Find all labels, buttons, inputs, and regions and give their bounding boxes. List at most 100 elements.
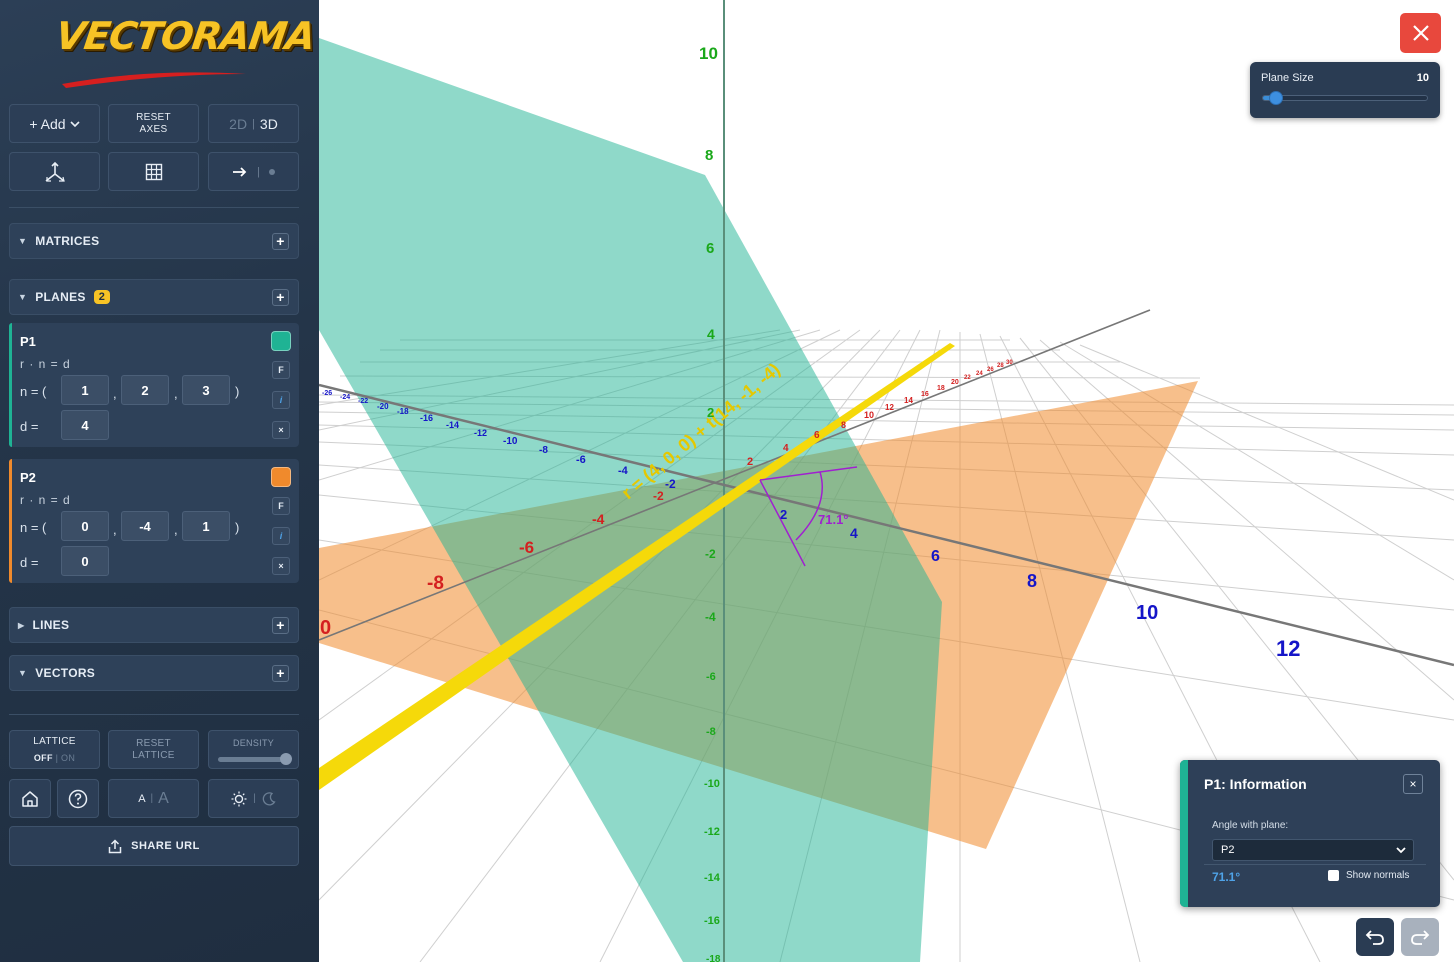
normal-z-input[interactable]: 1	[182, 511, 230, 541]
plane-size-panel: Plane Size 10	[1250, 62, 1440, 118]
dimension-toggle[interactable]: 2D | 3D	[208, 104, 299, 143]
theme-toggle[interactable]: |	[208, 779, 299, 818]
density-slider-knob[interactable]	[279, 753, 292, 765]
add-button[interactable]: + Add	[9, 104, 100, 143]
font-large-option[interactable]: A	[158, 790, 169, 808]
planes-section-header[interactable]: ▼ PLANES 2 +	[9, 279, 299, 315]
z-tick: 12	[1276, 636, 1300, 661]
chevron-down-icon	[1396, 847, 1406, 854]
share-icon	[108, 838, 122, 853]
lines-label: LINES	[32, 618, 70, 632]
info-panel-stripe	[1180, 760, 1188, 907]
plane-size-slider[interactable]	[1262, 91, 1428, 105]
plane-name: P2	[20, 470, 36, 485]
planes-count-badge: 2	[93, 290, 111, 304]
add-vector-button[interactable]: +	[272, 665, 289, 682]
info-panel-close-button[interactable]: ×	[1403, 774, 1423, 794]
lines-section-header[interactable]: ▶ LINES +	[9, 607, 299, 643]
plane-form: r · n = d	[20, 493, 71, 507]
share-url-button[interactable]: SHARE URL	[9, 826, 299, 866]
reset-axes-button[interactable]: RESET AXES	[108, 104, 199, 143]
z-tick: -20	[377, 402, 389, 411]
normal-label: n = (	[20, 384, 47, 399]
matrices-section-header[interactable]: ▼ MATRICES +	[9, 223, 299, 259]
add-plane-button[interactable]: +	[272, 289, 289, 306]
d-input[interactable]: 0	[61, 546, 109, 576]
x-tick: 8	[841, 420, 846, 430]
mode-2d[interactable]: 2D	[229, 116, 247, 132]
plane-info-button[interactable]: i	[272, 527, 290, 545]
x-tick: 14	[904, 396, 913, 405]
reset-lattice-line2: LATTICE	[132, 749, 175, 761]
normal-x-input[interactable]: 1	[61, 375, 109, 405]
home-button[interactable]	[9, 779, 51, 818]
z-tick: -18	[397, 407, 409, 416]
x-tick: 24	[976, 371, 983, 377]
angle-with-plane-label: Angle with plane:	[1212, 820, 1289, 831]
z-tick: 6	[931, 548, 940, 565]
x-tick: 26	[987, 367, 994, 373]
density-control[interactable]: DENSITY	[208, 730, 299, 769]
z-tick: -2	[665, 477, 676, 491]
close-button[interactable]	[1400, 13, 1441, 53]
lattice-toggle[interactable]: LATTICE OFF | ON	[9, 730, 100, 769]
vectors-section-header[interactable]: ▼ VECTORS +	[9, 655, 299, 691]
add-line-button[interactable]: +	[272, 617, 289, 634]
plane-color-swatch[interactable]	[271, 467, 291, 487]
lattice-off[interactable]: OFF	[34, 753, 53, 763]
x-tick: 2	[747, 456, 753, 468]
z-tick: -24	[340, 394, 350, 401]
reset-lattice-button[interactable]: RESET LATTICE	[108, 730, 199, 769]
arrow-right-icon[interactable]	[232, 166, 248, 178]
mode-3d[interactable]: 3D	[260, 116, 278, 132]
z-tick: -14	[446, 420, 459, 430]
dot-icon[interactable]	[268, 168, 275, 175]
axes-toggle-button[interactable]	[9, 152, 100, 191]
z-tick: -16	[420, 413, 433, 423]
x-tick: 18	[937, 385, 945, 392]
plane-info-button[interactable]: i	[272, 391, 290, 409]
x-tick: 6	[814, 430, 820, 441]
y-tick: -8	[706, 726, 716, 738]
lattice-on[interactable]: ON	[61, 753, 75, 763]
comma: ,	[174, 522, 178, 537]
y-tick: -2	[705, 547, 716, 561]
z-tick: 4	[850, 525, 858, 541]
plane-f-button[interactable]: F	[272, 497, 290, 515]
x-tick: -4	[592, 511, 605, 527]
show-normals-toggle[interactable]: Show normals	[1328, 870, 1409, 881]
help-button[interactable]	[57, 779, 99, 818]
normal-y-input[interactable]: 2	[121, 375, 169, 405]
font-small-option[interactable]: A	[138, 793, 145, 805]
normal-y-input[interactable]: -4	[121, 511, 169, 541]
add-matrix-button[interactable]: +	[272, 233, 289, 250]
x-tick: 20	[951, 379, 959, 386]
plane-select[interactable]: P2	[1212, 839, 1414, 861]
plane-delete-button[interactable]: ×	[272, 421, 290, 439]
grid-toggle-button[interactable]	[108, 152, 199, 191]
normal-z-input[interactable]: 3	[182, 375, 230, 405]
x-tick: 30	[1006, 360, 1013, 366]
vector-display-toggle[interactable]: |	[208, 152, 299, 191]
divider	[9, 714, 299, 715]
font-size-toggle[interactable]: A | A	[108, 779, 199, 818]
normal-x-input[interactable]: 0	[61, 511, 109, 541]
z-tick: -26	[322, 390, 332, 397]
plane-color-swatch[interactable]	[271, 331, 291, 351]
plane-f-button[interactable]: F	[272, 361, 290, 379]
x-tick: -8	[427, 573, 444, 594]
undo-button[interactable]	[1356, 918, 1394, 956]
plane-delete-button[interactable]: ×	[272, 557, 290, 575]
x-tick: 10	[864, 410, 874, 420]
plane-size-slider-knob[interactable]	[1269, 91, 1284, 105]
d-input[interactable]: 4	[61, 410, 109, 440]
normal-label: n = (	[20, 520, 47, 535]
density-slider[interactable]	[217, 753, 292, 765]
info-panel-title: P1: Information	[1204, 776, 1307, 792]
x-tick: 0	[320, 617, 331, 639]
redo-button[interactable]	[1401, 918, 1439, 956]
moon-icon[interactable]	[262, 791, 276, 806]
show-normals-checkbox[interactable]	[1328, 870, 1339, 881]
divider	[1204, 864, 1426, 865]
sun-icon[interactable]	[231, 791, 247, 807]
